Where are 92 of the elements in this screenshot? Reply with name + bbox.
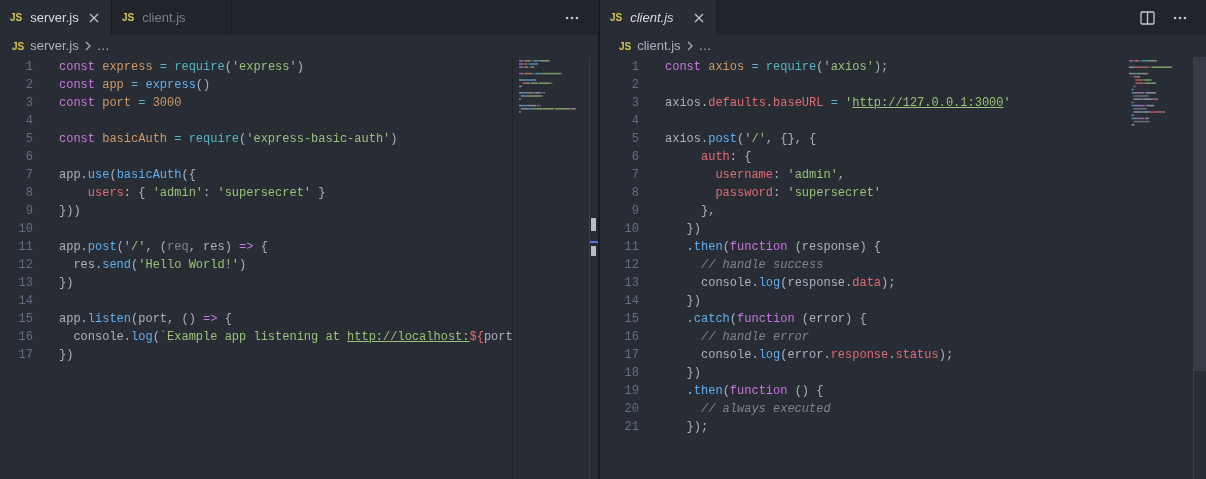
line-number: 15 (17, 311, 33, 328)
code-line: const port = 3000 (59, 95, 182, 112)
line-number: 6 (630, 149, 639, 166)
chevron-right-icon (686, 41, 693, 51)
line-number: 12 (17, 257, 33, 274)
line-number: 14 (17, 293, 33, 310)
code-line: .catch(function (error) { (685, 311, 867, 328)
code-line: res.send('Hello World!') (72, 257, 247, 274)
code-line: }) (685, 221, 701, 238)
line-number: 20 (623, 401, 639, 418)
line-number: 12 (623, 257, 639, 274)
tab-label: server.js (30, 8, 79, 27)
line-number: 2 (24, 77, 33, 94)
line-number: 8 (24, 185, 33, 202)
line-number: 10 (623, 221, 639, 238)
line-number: 7 (630, 167, 639, 184)
line-number: 1 (630, 59, 639, 76)
line-number: 21 (623, 419, 639, 436)
code-line: app.listen(port, () => { (59, 311, 232, 328)
code-line: auth: { (700, 149, 752, 166)
tab-label: client.js (630, 8, 674, 27)
editor-tab[interactable]: JS server.js (0, 0, 112, 35)
code-line: username: 'admin', (714, 167, 846, 184)
line-number: 6 (24, 149, 33, 166)
line-number: 11 (623, 239, 639, 256)
close-icon[interactable] (694, 12, 704, 23)
line-number: 11 (17, 239, 33, 256)
code-line: }) (685, 293, 701, 310)
line-number: 5 (630, 131, 639, 148)
code-line: }) (59, 275, 74, 292)
tab-label: client.js (142, 8, 186, 27)
code-line: }, (700, 203, 716, 220)
line-number: 10 (17, 221, 33, 238)
code-line: console.log(response.data); (700, 275, 896, 292)
breadcrumb-more[interactable]: … (698, 36, 712, 56)
line-number: 17 (17, 347, 33, 364)
code-line: users: { 'admin': 'supersecret' } (86, 185, 326, 202)
line-number: 4 (24, 113, 33, 130)
line-number: 3 (24, 95, 33, 112)
code-line: axios.post('/', {}, { (665, 131, 817, 148)
js-file-icon: JS (610, 10, 623, 25)
breadcrumb-file[interactable]: server.js (30, 36, 79, 56)
line-number: 8 (630, 185, 639, 202)
line-number: 19 (623, 383, 639, 400)
line-number: 9 (630, 203, 639, 220)
code-line: axios.defaults.baseURL = 'http://127.0.0.1:3000' (665, 95, 1011, 112)
code-line: console.log(`Example app listening at http://localhost:${port (72, 329, 513, 346)
line-number: 15 (623, 311, 639, 328)
code-line: const app = express() (59, 77, 211, 94)
editor-tab[interactable]: JS client.js (600, 0, 717, 35)
js-file-icon: JS (10, 10, 23, 25)
line-number: 14 (623, 293, 639, 310)
scrollbar[interactable] (589, 57, 598, 479)
code-line: // always executed (700, 401, 831, 418)
line-number: 16 (623, 329, 639, 346)
close-icon[interactable] (89, 12, 99, 23)
line-number: 3 (630, 95, 639, 112)
code-line: // handle success (700, 257, 824, 274)
code-line: .then(function () { (685, 383, 824, 400)
line-number: 7 (24, 167, 33, 184)
code-line: }); (685, 419, 709, 436)
js-file-icon: JS (12, 38, 25, 54)
code-line: app.use(basicAuth({ (59, 167, 196, 184)
line-number: 18 (623, 365, 639, 382)
code-line: const express = require('express') (59, 59, 304, 76)
code-line: const basicAuth = require('express-basic-auth') (59, 131, 398, 148)
more-actions-icon[interactable] (1173, 15, 1187, 20)
line-number: 4 (630, 113, 639, 130)
split-editor-icon[interactable] (1140, 10, 1155, 25)
line-number: 16 (17, 329, 33, 346)
line-number: 13 (17, 275, 33, 292)
more-actions-icon[interactable] (565, 15, 579, 20)
line-number: 2 (630, 77, 639, 94)
line-number: 5 (24, 131, 33, 148)
chevron-right-icon (84, 41, 91, 51)
code-line: console.log(error.response.status); (700, 347, 954, 364)
code-line: password: 'supersecret' (714, 185, 882, 202)
js-file-icon: JS (122, 10, 135, 25)
js-file-icon: JS (619, 38, 632, 54)
line-number: 1 (24, 59, 33, 76)
code-line: }) (685, 365, 701, 382)
line-number: 9 (24, 203, 33, 220)
breadcrumb-more[interactable]: … (96, 36, 110, 56)
code-line: }) (59, 347, 74, 364)
breadcrumb-file[interactable]: client.js (637, 36, 681, 56)
code-line: // handle error (700, 329, 810, 346)
line-number: 13 (623, 275, 639, 292)
code-line: const axios = require('axios'); (665, 59, 889, 76)
code-line: })) (59, 203, 81, 220)
code-line: app.post('/', (req, res) => { (59, 239, 268, 256)
line-number: 17 (623, 347, 639, 364)
code-line: .then(function (response) { (685, 239, 882, 256)
